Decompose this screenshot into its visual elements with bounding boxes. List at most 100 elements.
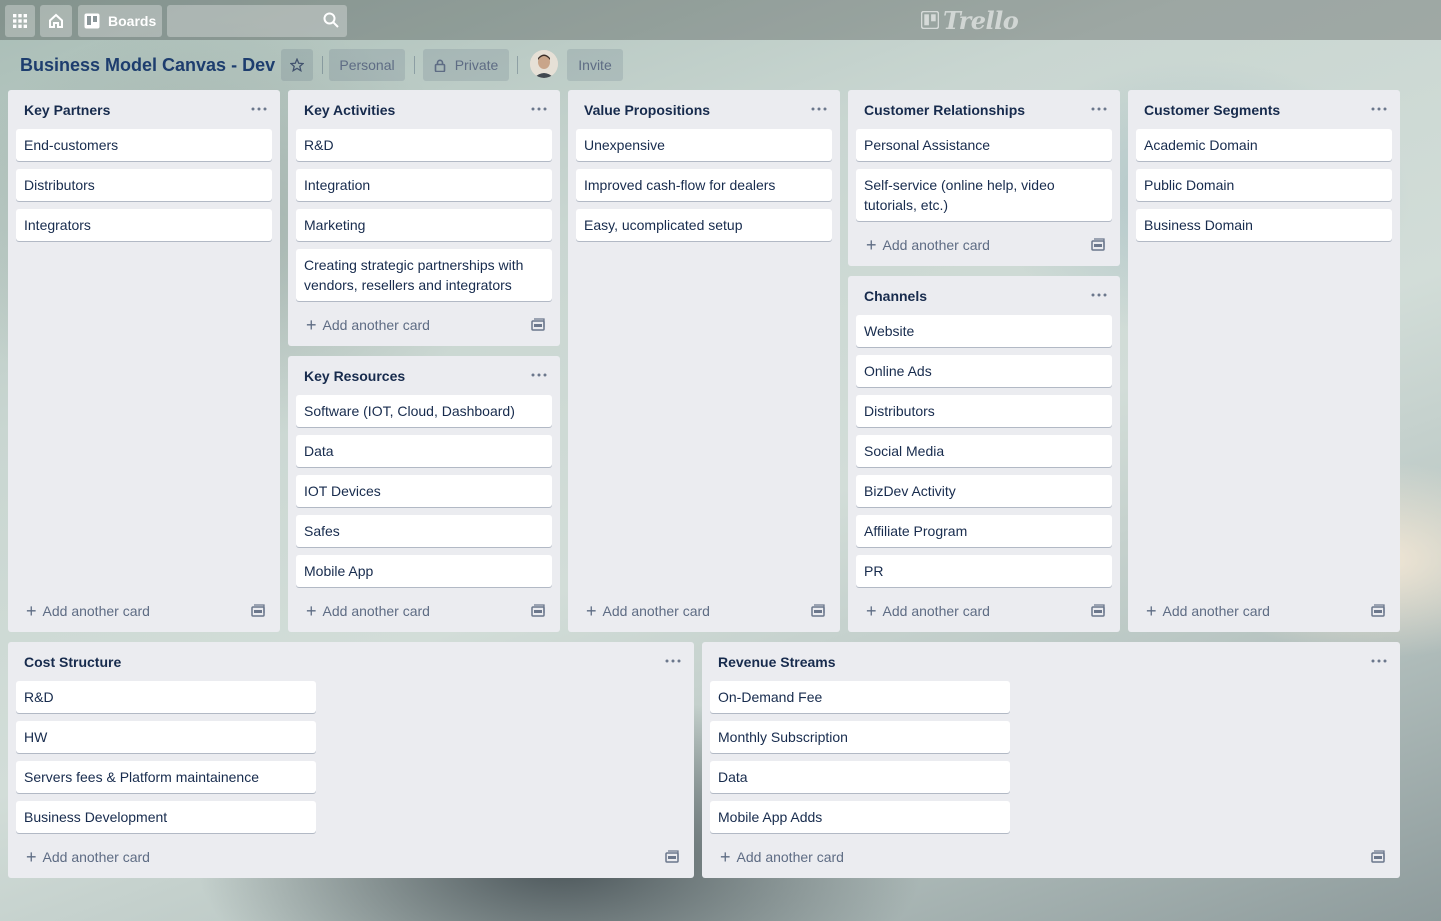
- add-card-button[interactable]: + Add another card: [720, 847, 844, 867]
- more-options-icon[interactable]: [1370, 102, 1388, 116]
- list-card[interactable]: On-Demand Fee: [710, 681, 1010, 713]
- lock-icon: [434, 59, 446, 72]
- list-title[interactable]: Key Activities: [304, 102, 395, 118]
- list-title[interactable]: Cost Structure: [24, 654, 121, 670]
- card-template-icon[interactable]: [1090, 603, 1106, 619]
- list-title[interactable]: Revenue Streams: [718, 654, 836, 670]
- more-options-icon[interactable]: [1090, 102, 1108, 116]
- add-card-button[interactable]: + Add another card: [26, 847, 150, 867]
- more-options-icon[interactable]: [1090, 288, 1108, 302]
- list-card[interactable]: Improved cash-flow for dealers: [576, 169, 832, 201]
- list-card[interactable]: Website: [856, 315, 1112, 347]
- privacy-button[interactable]: Private: [423, 49, 509, 81]
- trello-logo[interactable]: Trello: [921, 6, 1019, 35]
- more-options-icon[interactable]: [1370, 654, 1388, 668]
- add-card-button[interactable]: + Add another card: [586, 601, 710, 621]
- card-template-icon[interactable]: [1370, 603, 1386, 619]
- card-template-icon[interactable]: [530, 317, 546, 333]
- list-card[interactable]: Affiliate Program: [856, 515, 1112, 547]
- trello-logo-icon: [921, 11, 939, 29]
- list-title[interactable]: Channels: [864, 288, 927, 304]
- list-card[interactable]: BizDev Activity: [856, 475, 1112, 507]
- invite-label: Invite: [578, 57, 612, 73]
- search-box: [167, 5, 347, 37]
- add-card-button[interactable]: + Add another card: [306, 315, 430, 335]
- more-options-icon[interactable]: [250, 102, 268, 116]
- member-avatar[interactable]: [530, 50, 558, 78]
- more-options-icon[interactable]: [530, 102, 548, 116]
- add-card-button[interactable]: + Add another card: [1146, 601, 1270, 621]
- list-card[interactable]: Distributors: [16, 169, 272, 201]
- list-card[interactable]: Self-service (online help, video tutoria…: [856, 169, 1112, 221]
- header-divider: [517, 56, 518, 74]
- add-card-button[interactable]: + Add another card: [866, 601, 990, 621]
- more-options-icon[interactable]: [810, 102, 828, 116]
- list-card[interactable]: Business Domain: [1136, 209, 1392, 241]
- add-card-label: Add another card: [42, 849, 150, 865]
- add-card-label: Add another card: [882, 603, 990, 619]
- home-button[interactable]: [40, 5, 72, 37]
- list-card[interactable]: Mobile App: [296, 555, 552, 587]
- list-card[interactable]: Public Domain: [1136, 169, 1392, 201]
- list-card[interactable]: Servers fees & Platform maintainence: [16, 761, 316, 793]
- add-card-button[interactable]: + Add another card: [26, 601, 150, 621]
- list-customer-segments: Customer Segments Academic Domain Public…: [1128, 90, 1400, 632]
- list-card[interactable]: Personal Assistance: [856, 129, 1112, 161]
- list-card[interactable]: Easy, ucomplicated setup: [576, 209, 832, 241]
- list-card[interactable]: Academic Domain: [1136, 129, 1392, 161]
- list-title[interactable]: Customer Segments: [1144, 102, 1280, 118]
- boards-button[interactable]: Boards: [78, 5, 162, 37]
- add-card-button[interactable]: + Add another card: [866, 235, 990, 255]
- search-input[interactable]: [167, 5, 317, 37]
- plus-icon: +: [586, 601, 597, 621]
- list-card[interactable]: Distributors: [856, 395, 1112, 427]
- list-card[interactable]: Safes: [296, 515, 552, 547]
- list-title[interactable]: Key Partners: [24, 102, 110, 118]
- list-card[interactable]: Marketing: [296, 209, 552, 241]
- list-card[interactable]: Monthly Subscription: [710, 721, 1010, 753]
- list-title[interactable]: Key Resources: [304, 368, 405, 384]
- card-template-icon[interactable]: [810, 603, 826, 619]
- board-title[interactable]: Business Model Canvas - Dev: [20, 53, 275, 77]
- grid-icon: [13, 14, 27, 28]
- list-card[interactable]: Integrators: [16, 209, 272, 241]
- more-options-icon[interactable]: [664, 654, 682, 668]
- list-card[interactable]: R&D: [16, 681, 316, 713]
- card-template-icon[interactable]: [664, 849, 680, 865]
- list-card[interactable]: Online Ads: [856, 355, 1112, 387]
- apps-grid-button[interactable]: [5, 5, 35, 37]
- list-card[interactable]: PR: [856, 555, 1112, 587]
- list-card[interactable]: R&D: [296, 129, 552, 161]
- list-card[interactable]: IOT Devices: [296, 475, 552, 507]
- list-card[interactable]: Creating strategic partnerships with ven…: [296, 249, 552, 301]
- list-key-resources: Key Resources Software (IOT, Cloud, Dash…: [288, 356, 560, 632]
- list-card[interactable]: Integration: [296, 169, 552, 201]
- list-card[interactable]: Social Media: [856, 435, 1112, 467]
- list-key-activities: Key Activities R&D Integration Marketing…: [288, 90, 560, 346]
- add-card-button[interactable]: + Add another card: [306, 601, 430, 621]
- list-card[interactable]: Business Development: [16, 801, 316, 833]
- list-key-partners: Key Partners End-customers Distributors …: [8, 90, 280, 632]
- plus-icon: +: [26, 601, 37, 621]
- list-card[interactable]: HW: [16, 721, 316, 753]
- list-title[interactable]: Value Propositions: [584, 102, 710, 118]
- list-card[interactable]: Software (IOT, Cloud, Dashboard): [296, 395, 552, 427]
- magnifier-icon[interactable]: [323, 12, 339, 28]
- list-card[interactable]: Unexpensive: [576, 129, 832, 161]
- card-template-icon[interactable]: [1370, 849, 1386, 865]
- card-template-icon[interactable]: [250, 603, 266, 619]
- star-button[interactable]: [281, 49, 313, 81]
- invite-button[interactable]: Invite: [567, 49, 623, 81]
- team-visibility-button[interactable]: Personal: [329, 49, 405, 81]
- list-card[interactable]: Data: [296, 435, 552, 467]
- list-card[interactable]: Data: [710, 761, 1010, 793]
- plus-icon: +: [866, 601, 877, 621]
- more-options-icon[interactable]: [530, 368, 548, 382]
- card-template-icon[interactable]: [530, 603, 546, 619]
- list-card[interactable]: End-customers: [16, 129, 272, 161]
- list-title[interactable]: Customer Relationships: [864, 102, 1025, 118]
- avatar-image: [530, 50, 558, 78]
- card-template-icon[interactable]: [1090, 237, 1106, 253]
- team-label: Personal: [339, 57, 395, 73]
- list-card[interactable]: Mobile App Adds: [710, 801, 1010, 833]
